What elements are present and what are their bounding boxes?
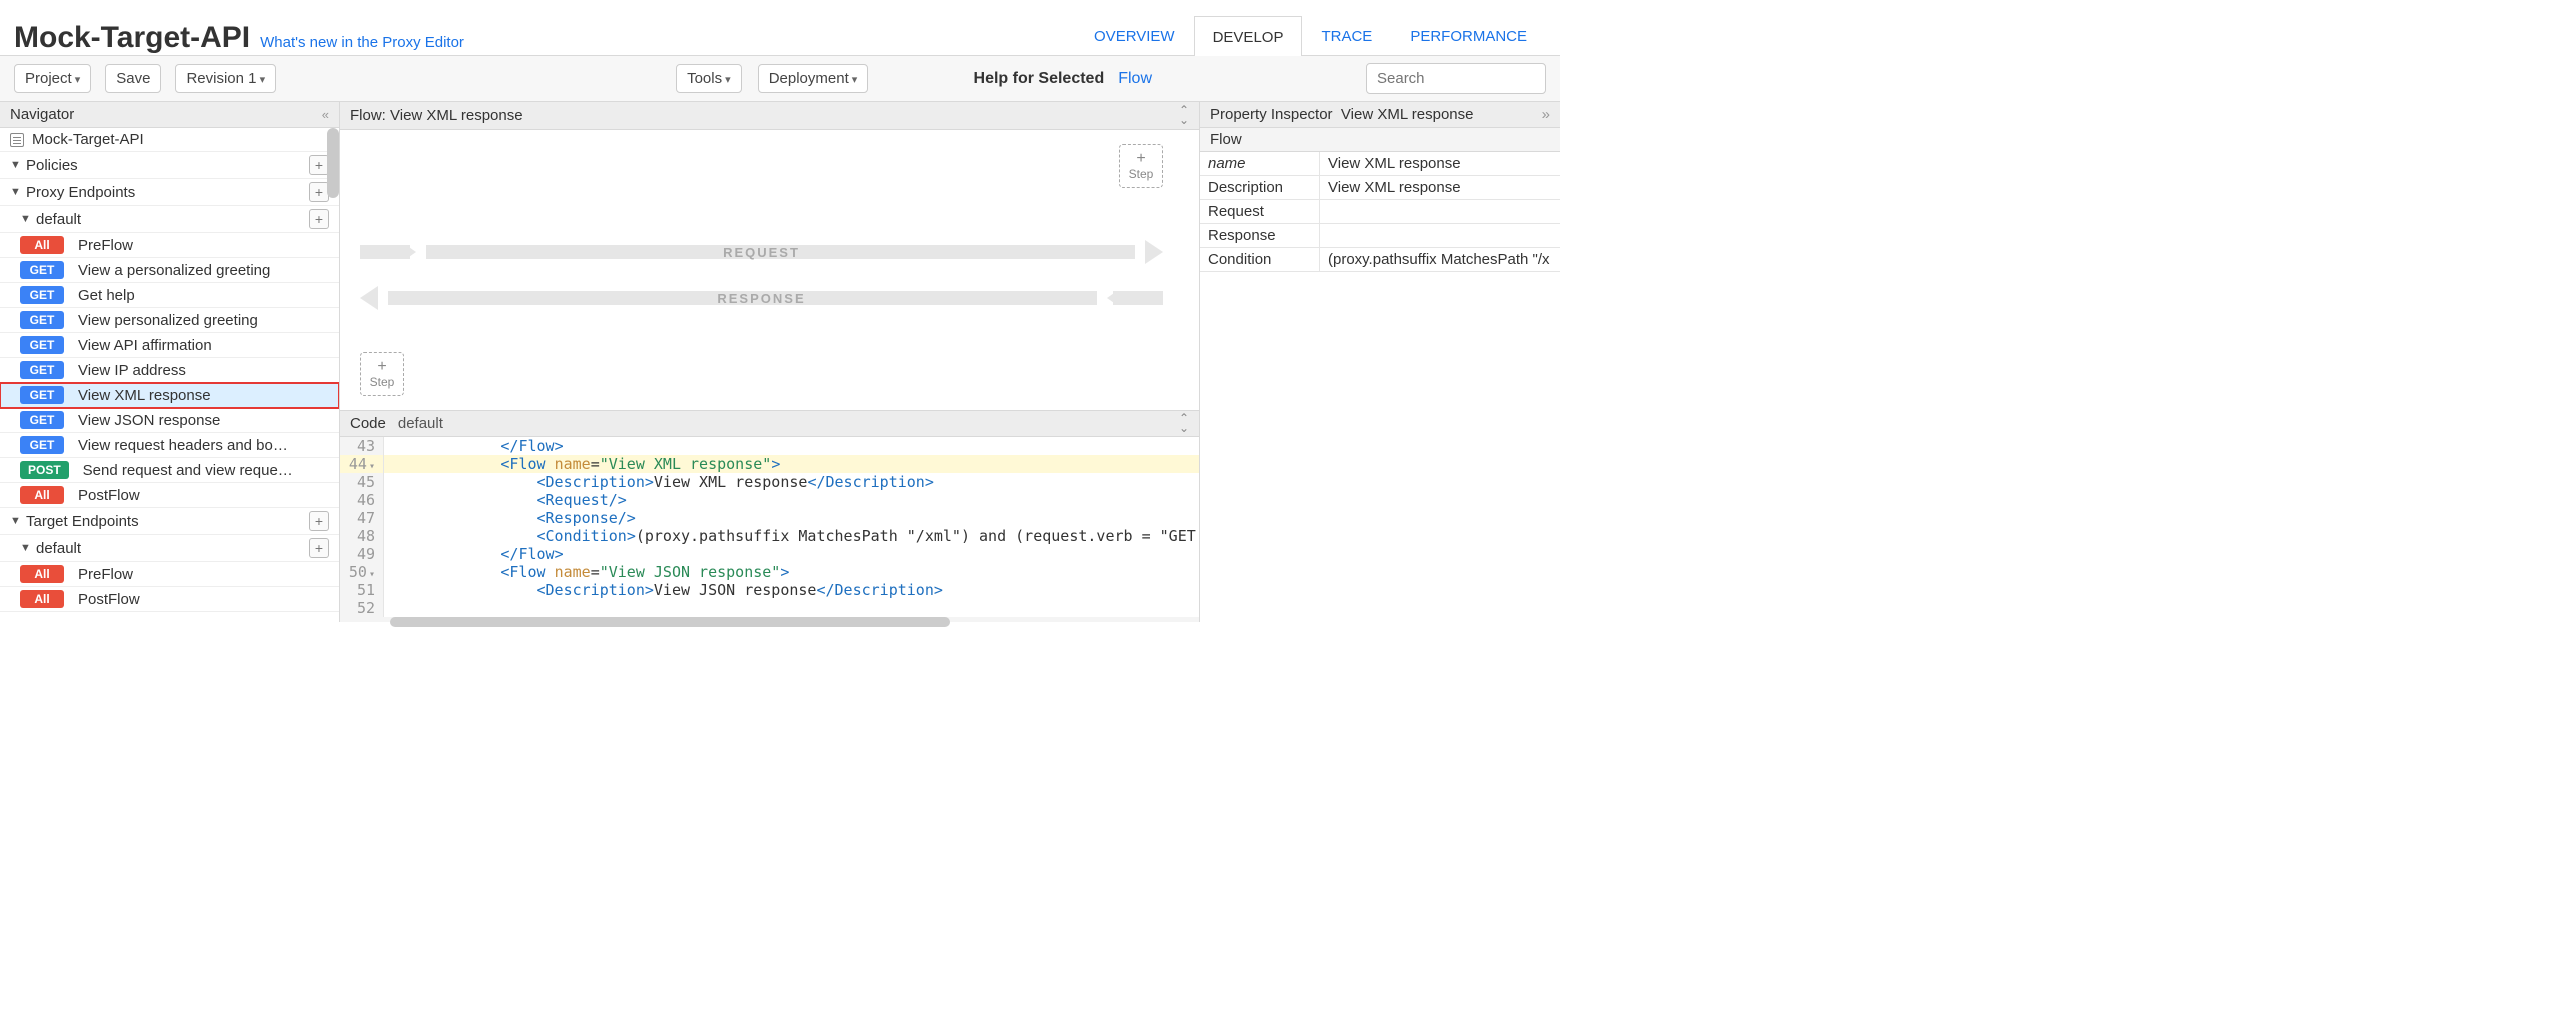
code-line[interactable]: 43 </Flow>	[340, 437, 1199, 455]
flow-header: Flow: View XML response ⌃⌄	[340, 102, 1199, 130]
main-panel: Flow: View XML response ⌃⌄ + Step REQUES…	[340, 102, 1200, 622]
nav-flow-item[interactable]: GETView request headers and bo…	[0, 433, 339, 458]
add-target-flow-button[interactable]: +	[309, 538, 329, 558]
expand-right-icon[interactable]: »	[1542, 106, 1550, 123]
property-row[interactable]: Condition(proxy.pathsuffix MatchesPath "…	[1200, 248, 1560, 272]
nav-flow-item[interactable]: GETView API affirmation	[0, 333, 339, 358]
step-label: Step	[370, 375, 395, 389]
nav-proxy-default[interactable]: default+	[0, 206, 339, 233]
arrow-right-icon	[1145, 240, 1163, 264]
code-line[interactable]: 50▾ <Flow name="View JSON response">	[340, 563, 1199, 581]
add-step-request[interactable]: + Step	[1119, 144, 1163, 188]
flow-canvas: + Step REQUEST RESPONSE + Step	[340, 130, 1199, 410]
inspector-section: Flow	[1200, 128, 1560, 152]
tab-performance[interactable]: PERFORMANCE	[1391, 15, 1546, 55]
tab-trace[interactable]: TRACE	[1302, 15, 1391, 55]
plus-icon: +	[1136, 151, 1145, 167]
save-button[interactable]: Save	[105, 64, 161, 93]
code-line[interactable]: 46 <Request/>	[340, 491, 1199, 509]
flow-title: Flow: View XML response	[350, 107, 523, 124]
add-flow-button[interactable]: +	[309, 209, 329, 229]
response-label: RESPONSE	[717, 291, 805, 306]
deployment-dropdown[interactable]: Deployment	[758, 64, 869, 93]
navigator-header: Navigator «	[0, 102, 339, 128]
nav-flow-item[interactable]: AllPostFlow	[0, 587, 339, 612]
plus-icon: +	[377, 359, 386, 375]
project-dropdown[interactable]: Project	[14, 64, 91, 93]
code-title: Code	[350, 415, 386, 432]
inspector-header: Property Inspector View XML response »	[1200, 102, 1560, 128]
nav-flow-item[interactable]: GETView JSON response	[0, 408, 339, 433]
add-policy-button[interactable]: +	[309, 155, 329, 175]
step-label: Step	[1129, 167, 1154, 181]
add-proxy-endpoint-button[interactable]: +	[309, 182, 329, 202]
code-line[interactable]: 45 <Description>View XML response</Descr…	[340, 473, 1199, 491]
code-header: Code default ⌃⌄	[340, 410, 1199, 437]
collapse-up-icon[interactable]: ⌃⌄	[1179, 106, 1189, 125]
horizontal-scrollbar[interactable]	[340, 617, 1199, 622]
code-editor[interactable]: 43 </Flow>44▾ <Flow name="View XML respo…	[340, 437, 1199, 617]
code-line[interactable]: 51 <Description>View JSON response</Desc…	[340, 581, 1199, 599]
revision-dropdown[interactable]: Revision 1	[175, 64, 276, 93]
code-line[interactable]: 44▾ <Flow name="View XML response">	[340, 455, 1199, 473]
document-icon	[10, 133, 24, 147]
response-lane: RESPONSE	[360, 288, 1163, 308]
nav-flow-item[interactable]: GETView IP address	[0, 358, 339, 383]
arrow-left-icon	[360, 286, 378, 310]
code-line[interactable]: 49 </Flow>	[340, 545, 1199, 563]
property-row[interactable]: Request	[1200, 200, 1560, 224]
header: Mock-Target-API What's new in the Proxy …	[0, 0, 1560, 56]
nav-flow-item[interactable]: GETView XML response	[0, 383, 339, 408]
nav-flow-item[interactable]: GETView personalized greeting	[0, 308, 339, 333]
toolbar: Project Save Revision 1 Tools Deployment…	[0, 56, 1560, 102]
help-link[interactable]: Flow	[1118, 70, 1152, 88]
help-label: Help for Selected	[974, 70, 1105, 88]
code-line[interactable]: 47 <Response/>	[340, 509, 1199, 527]
add-target-endpoint-button[interactable]: +	[309, 511, 329, 531]
tab-develop[interactable]: DEVELOP	[1194, 16, 1303, 56]
code-line[interactable]: 52	[340, 599, 1199, 617]
add-step-response[interactable]: + Step	[360, 352, 404, 396]
request-label: REQUEST	[723, 245, 800, 260]
scrollbar-thumb[interactable]	[327, 128, 339, 198]
collapse-left-icon[interactable]: «	[322, 107, 329, 122]
inspector-title: Property Inspector	[1210, 106, 1333, 123]
property-row[interactable]: DescriptionView XML response	[1200, 176, 1560, 200]
property-row[interactable]: nameView XML response	[1200, 152, 1560, 176]
tab-overview[interactable]: OVERVIEW	[1075, 15, 1194, 55]
nav-root[interactable]: Mock-Target-API	[0, 128, 339, 152]
property-inspector: Property Inspector View XML response » F…	[1200, 102, 1560, 622]
navigator-panel: Navigator « Mock-Target-APIPolicies+Prox…	[0, 102, 340, 622]
main-tabs: OVERVIEWDEVELOPTRACEPERFORMANCE	[1075, 0, 1546, 55]
nav-flow-item[interactable]: AllPreFlow	[0, 233, 339, 258]
inspector-context: View XML response	[1341, 106, 1474, 123]
code-line[interactable]: 48 <Condition>(proxy.pathsuffix MatchesP…	[340, 527, 1199, 545]
nav-flow-item[interactable]: AllPreFlow	[0, 562, 339, 587]
nav-flow-item[interactable]: GETView a personalized greeting	[0, 258, 339, 283]
nav-flow-item[interactable]: GETGet help	[0, 283, 339, 308]
page-title: Mock-Target-API	[14, 21, 250, 55]
nav-section-target-endpoints[interactable]: Target Endpoints+	[0, 508, 339, 535]
collapse-code-icon[interactable]: ⌃⌄	[1179, 414, 1189, 433]
nav-section-policies[interactable]: Policies+	[0, 152, 339, 179]
request-lane: REQUEST	[360, 242, 1163, 262]
nav-flow-item[interactable]: AllPostFlow	[0, 483, 339, 508]
code-subtitle: default	[398, 415, 443, 432]
nav-section-proxy-endpoints[interactable]: Proxy Endpoints+	[0, 179, 339, 206]
navigator-title: Navigator	[10, 106, 74, 123]
property-row[interactable]: Response	[1200, 224, 1560, 248]
tools-dropdown[interactable]: Tools	[676, 64, 742, 93]
nav-target-default[interactable]: default+	[0, 535, 339, 562]
nav-flow-item[interactable]: POSTSend request and view reque…	[0, 458, 339, 483]
search-input[interactable]	[1366, 63, 1546, 94]
whats-new-link[interactable]: What's new in the Proxy Editor	[260, 34, 464, 51]
